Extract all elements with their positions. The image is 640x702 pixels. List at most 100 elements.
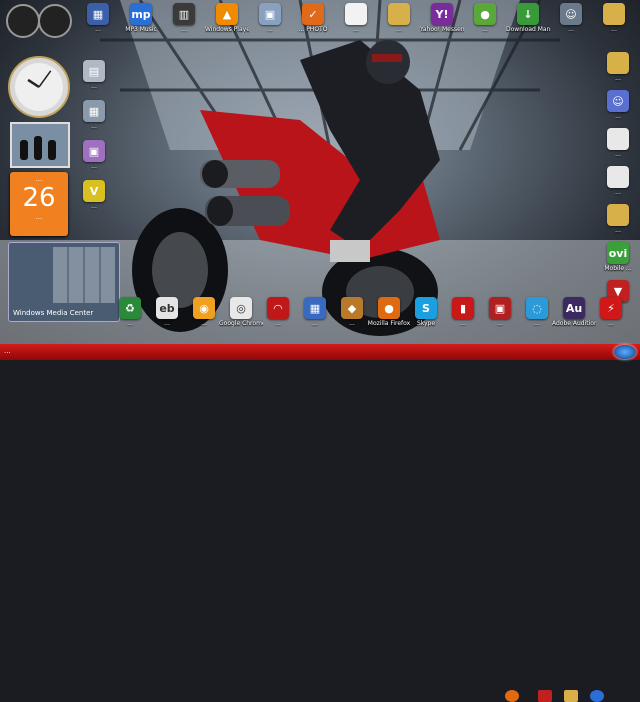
desktop-icon[interactable]: ● Mozilla Firefox	[368, 297, 410, 327]
desktop-icon[interactable]: ⚡...	[591, 297, 631, 327]
document-icon	[607, 128, 629, 150]
media-taskbar-icon[interactable]	[590, 690, 604, 702]
desktop-icon[interactable]: ▣...	[250, 3, 290, 33]
desktop-icon[interactable]: mp MP3 Music	[121, 3, 161, 33]
clock-gadget[interactable]	[8, 56, 70, 118]
check-icon: ✓	[302, 3, 324, 25]
taskbar: ...	[0, 344, 640, 702]
desktop-icon[interactable]: ✓... PHOTO	[293, 3, 333, 33]
calendar-gadget[interactable]: ... 26 ...	[10, 172, 68, 236]
folder-taskbar-icon[interactable]	[564, 690, 578, 702]
desktop-icon-label: ...	[615, 189, 621, 196]
desktop-icon-label: ...	[396, 26, 402, 33]
yahoo-icon: Y!	[431, 3, 453, 25]
folder-icon	[607, 52, 629, 74]
desktop-icon[interactable]: ▮...	[443, 297, 483, 327]
calendar-weekday: ...	[35, 175, 43, 183]
desktop-icon[interactable]: ▲ Windows Player	[205, 3, 249, 33]
desktop-icon[interactable]: V...	[74, 180, 114, 210]
desktop-icon-label: ...	[615, 151, 621, 158]
start-button[interactable]	[614, 345, 636, 359]
desktop-icon[interactable]: ↓Download Manager	[506, 3, 550, 33]
user-icon: ☺	[607, 90, 629, 112]
desktop-icon[interactable]: ☺...	[598, 90, 638, 120]
app-icon: ●	[474, 3, 496, 25]
desktop-icon-label: MP3 Music	[125, 26, 157, 33]
folder-icon	[603, 3, 625, 25]
app-icon: ▦	[304, 297, 326, 319]
desktop-icon-label: Mobile ...	[604, 265, 632, 272]
desktop-icon[interactable]: ▦...	[74, 100, 114, 130]
desktop-icon[interactable]: ▤...	[74, 60, 114, 90]
meter-gadget[interactable]	[6, 4, 72, 38]
desktop-icon-label: ...	[615, 113, 621, 120]
firefox-taskbar-icon[interactable]	[505, 690, 519, 702]
desktop-icon[interactable]: ♻...	[110, 297, 150, 327]
desktop-icon-label: ...	[91, 123, 97, 130]
desktop-icon[interactable]: ...	[379, 3, 419, 33]
app-icon: ◠	[267, 297, 289, 319]
desktop-icon[interactable]: ◉...	[184, 297, 224, 327]
desktop-icon-label: Download Manager	[506, 26, 550, 33]
skype-icon: S	[415, 297, 437, 319]
desktop-icon[interactable]: ...	[598, 128, 638, 158]
media-center-title: Windows Media Center	[13, 309, 94, 317]
desktop-icon[interactable]: ...	[594, 3, 634, 33]
desktop-icon-label: ...	[611, 26, 617, 33]
music-icon: mp	[130, 3, 152, 25]
slideshow-gadget[interactable]	[10, 122, 70, 168]
media-center-gadget[interactable]: Windows Media Center	[8, 242, 120, 322]
desktop-icon[interactable]: ▣...	[74, 140, 114, 170]
desktop-icon[interactable]: ...	[598, 204, 638, 234]
desktop-icon-label: ... PHOTO	[298, 26, 328, 33]
desktop-icon[interactable]: ▥...	[164, 3, 204, 33]
desktop-icon-label: ...	[615, 75, 621, 82]
app-taskbar-icon[interactable]	[538, 690, 552, 702]
desktop-icon[interactable]: Au Adobe Audition	[552, 297, 596, 327]
app-icon: ▣	[259, 3, 281, 25]
pdf-icon: ⚡	[600, 297, 622, 319]
app-icon: ◆	[341, 297, 363, 319]
desktop-icon[interactable]: ◆...	[332, 297, 372, 327]
desktop-icon[interactable]: ovi Mobile ...	[598, 242, 638, 272]
desktop-icon[interactable]: ...	[598, 52, 638, 82]
desktop-icon[interactable]: ☺...	[551, 3, 591, 33]
chrome-icon: ◎	[230, 297, 252, 319]
app-icon: ▮	[452, 297, 474, 319]
app-icon: ▣	[83, 140, 105, 162]
desktop-icon[interactable]: ▦...	[295, 297, 335, 327]
computer-icon: ▤	[83, 60, 105, 82]
desktop-icon[interactable]: S Skype	[406, 297, 446, 327]
desktop-icon[interactable]: ◎ Google Chrome	[219, 297, 263, 327]
desktop-icon-label: ...	[615, 227, 621, 234]
desktop-icon-label: ...	[267, 26, 273, 33]
user-icon: ☺	[560, 3, 582, 25]
desktop-icon[interactable]: ◠...	[258, 297, 298, 327]
firefox-icon: ●	[378, 297, 400, 319]
desktop-icon[interactable]: ▣...	[480, 297, 520, 327]
document-icon	[607, 166, 629, 188]
desktop-icon-label: ...	[95, 26, 101, 33]
vlc-icon: ▲	[216, 3, 238, 25]
desktop-icon[interactable]: ●...	[465, 3, 505, 33]
desktop-icon[interactable]: Y!Yahoo! Messenger	[420, 3, 464, 33]
calendar-day: 26	[22, 183, 56, 213]
app-icon: ◉	[193, 297, 215, 319]
desktop-icon[interactable]: ▦...	[78, 3, 118, 33]
desktop-icon-label: ...	[91, 163, 97, 170]
desktop-icon[interactable]: ◌...	[517, 297, 557, 327]
document-icon	[345, 3, 367, 25]
desktop-icon-label: ...	[91, 203, 97, 210]
app-icon: ♻	[119, 297, 141, 319]
tray-time: ...	[4, 347, 11, 355]
desktop-icon-label: ...	[91, 83, 97, 90]
desktop-icon-label: ...	[482, 26, 488, 33]
folder-icon	[388, 3, 410, 25]
desktop-icon[interactable]: ...	[598, 166, 638, 196]
desktop-icon[interactable]: eb...	[147, 297, 187, 327]
ovi-icon: ovi	[607, 242, 629, 264]
app-icon: ▦	[87, 3, 109, 25]
desktop-icon[interactable]: ...	[336, 3, 376, 33]
desktop-icon-label: ...	[353, 26, 359, 33]
app-icon: ▣	[489, 297, 511, 319]
